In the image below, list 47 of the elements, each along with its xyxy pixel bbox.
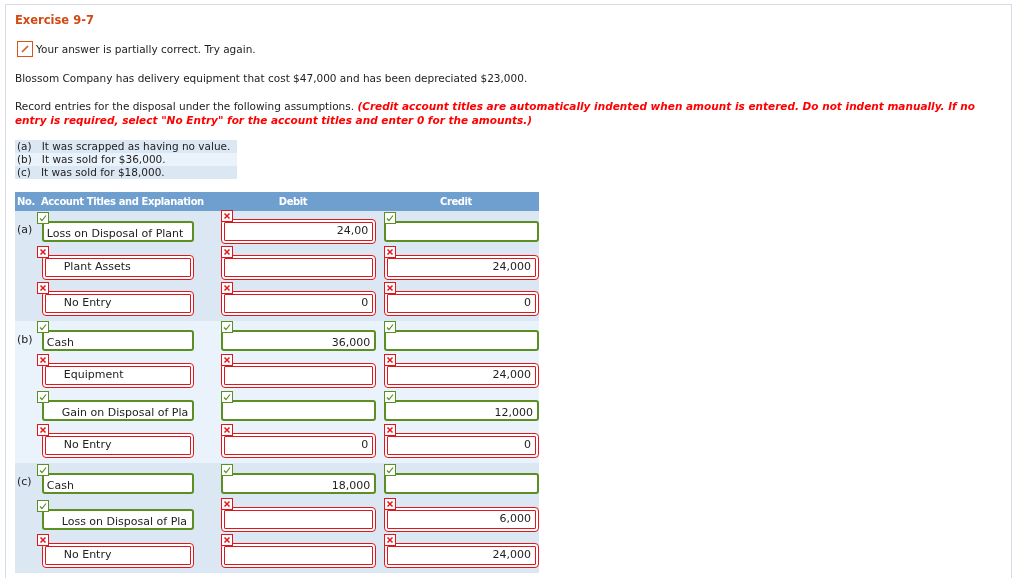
account-field[interactable]: Loss on Disposal of Plant: [41, 220, 194, 242]
amount-field[interactable]: 24,000: [384, 254, 539, 280]
amount-field[interactable]: [384, 220, 539, 242]
account-field[interactable]: Gain on Disposal of Pla: [41, 400, 194, 421]
entry-label: (a): [17, 223, 33, 236]
assumption-text: It was scrapped as having no value.: [41, 140, 231, 153]
column-header: Credit: [439, 196, 473, 207]
amount-field[interactable]: 0: [221, 433, 377, 458]
account-field[interactable]: No Entry: [41, 433, 194, 458]
amount-field[interactable]: [384, 330, 539, 351]
assumption-label: (c): [17, 166, 31, 179]
account-field[interactable]: No Entry: [41, 542, 194, 568]
amount-field[interactable]: 36,000: [221, 330, 377, 351]
exercise-title: Exercise 9-7: [15, 13, 95, 27]
amount-field[interactable]: 24,000: [384, 542, 539, 568]
assumption-text: It was sold for $36,000.: [41, 153, 166, 166]
column-header: No.: [16, 196, 36, 207]
amount-field[interactable]: [221, 400, 377, 421]
assumption-label: (a): [17, 140, 32, 153]
amount-field[interactable]: 24,000: [384, 363, 539, 388]
account-field[interactable]: Cash: [41, 330, 194, 351]
account-field[interactable]: Equipment: [41, 363, 194, 388]
column-header: Account Titles and Explanation: [41, 196, 205, 207]
assumption-label: (b): [17, 153, 32, 166]
assumption-text: It was sold for $18,000.: [40, 166, 165, 179]
column-header: Debit: [277, 196, 309, 207]
amount-field[interactable]: [221, 542, 377, 568]
account-field[interactable]: No Entry: [41, 290, 194, 316]
entry-label: (b): [17, 333, 33, 346]
amount-field[interactable]: 18,000: [221, 472, 377, 494]
amount-field[interactable]: 0: [384, 290, 539, 316]
amount-field[interactable]: [221, 363, 377, 388]
amount-field[interactable]: [221, 254, 377, 280]
amount-field[interactable]: 12,000: [384, 400, 539, 421]
amount-field[interactable]: [384, 472, 539, 494]
problem-text: Blossom Company has delivery equipment that cost $47,000 and has been depreciated $23,000.: [15, 71, 529, 85]
account-field[interactable]: Cash: [41, 472, 194, 494]
amount-field[interactable]: 6,000: [384, 506, 539, 532]
amount-field[interactable]: 0: [384, 433, 539, 458]
instructions-text: Record entries for the disposal under the following assumptions. (Credit account titles are automatically indented when amount is entered. Do not indent manually. If no entry is required, select "No Entry" for the account titles and enter 0 for the amounts.): [15, 99, 976, 127]
account-field[interactable]: Plant Assets: [41, 254, 194, 280]
amount-field[interactable]: 24,00: [221, 218, 377, 244]
amount-field[interactable]: [221, 506, 377, 532]
feedback-message: Your answer is partially correct. Try again.: [36, 43, 256, 55]
account-field[interactable]: Loss on Disposal of Pla: [41, 508, 194, 530]
amount-field[interactable]: 0: [221, 290, 377, 316]
entry-label: (c): [17, 475, 32, 488]
